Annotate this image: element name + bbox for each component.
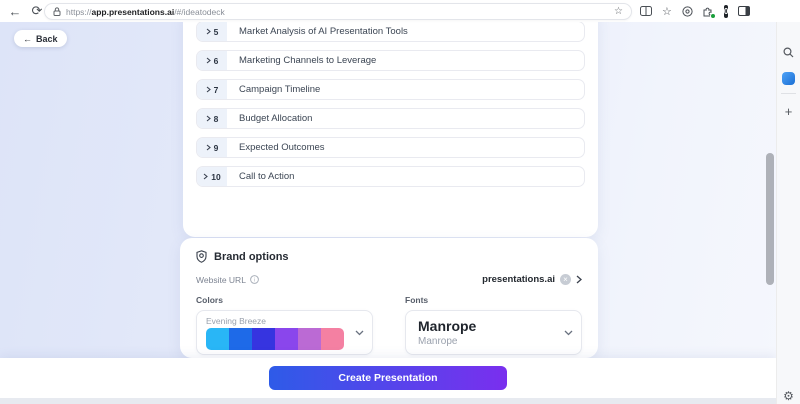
colors-dropdown[interactable]: Evening Breeze [196, 310, 373, 355]
website-url-value-group[interactable]: presentations.ai × [482, 274, 582, 285]
extensions-icon[interactable] [703, 4, 716, 19]
palette-color-swatch [298, 328, 321, 350]
edge-sidebar: + ⚙ [776, 0, 800, 404]
bottom-action-bar: Create Presentation [0, 358, 776, 398]
create-presentation-button[interactable]: Create Presentation [269, 366, 507, 390]
outline-card: 5 Market Analysis of AI Presentation Too… [183, 22, 598, 237]
expand-chevron-icon[interactable] [206, 115, 211, 122]
row-number-cell: 9 [197, 138, 227, 157]
website-url-row: Website URL i presentations.ai × [196, 274, 582, 285]
row-number: 7 [213, 84, 219, 95]
bottom-strip [0, 398, 776, 404]
outline-row[interactable]: 6 Marketing Channels to Leverage [196, 50, 585, 71]
back-label: Back [36, 33, 58, 44]
row-number: 10 [211, 171, 221, 182]
site-security-lock-icon [53, 7, 61, 16]
outline-row[interactable]: 7 Campaign Timeline [196, 79, 585, 100]
fonts-picker-col: Fonts Manrope Manrope [405, 295, 582, 355]
outline-row[interactable]: 5 Market Analysis of AI Presentation Too… [196, 22, 585, 42]
brand-options-card: Brand options Website URL i presentation… [180, 238, 598, 358]
svg-text:i: i [254, 278, 255, 284]
row-number-cell: 8 [197, 109, 227, 128]
row-title: Campaign Timeline [239, 84, 321, 95]
palette-name: Evening Breeze [206, 316, 267, 326]
collections-star-icon[interactable]: ☆ [662, 4, 672, 18]
clear-url-icon[interactable]: × [560, 274, 571, 285]
sidebar-add-icon[interactable]: + [781, 103, 797, 119]
split-screen-icon[interactable] [640, 4, 652, 18]
browser-essentials-icon[interactable] [682, 4, 693, 18]
outline-rows: 5 Market Analysis of AI Presentation Too… [196, 22, 585, 237]
address-bar[interactable]: https://app.presentations.ai/#/ideatodec… [44, 3, 632, 20]
url-text: https://app.presentations.ai/#/ideatodec… [66, 6, 225, 17]
sidebar-divider [781, 93, 796, 94]
back-button[interactable]: ← Back [14, 30, 67, 47]
font-name: Manrope [418, 318, 477, 334]
row-number: 8 [213, 113, 219, 124]
palette-color-swatch [229, 328, 252, 350]
expand-chevron-icon[interactable] [206, 86, 211, 93]
palette-color-swatch [206, 328, 229, 350]
bookmark-star-icon[interactable]: ☆ [614, 6, 623, 17]
row-title: Budget Allocation [239, 113, 313, 124]
palette-color-swatch [275, 328, 298, 350]
app-page: ← Back 5 Market Analysis of AI Presentat… [0, 22, 776, 404]
page-scrollbar-thumb[interactable] [766, 153, 774, 285]
row-number-cell: 5 [197, 22, 227, 41]
info-icon[interactable]: i [250, 275, 259, 284]
chevron-down-icon [355, 330, 364, 336]
expand-chevron-icon[interactable] [206, 144, 211, 151]
website-url-label: Website URL i [196, 275, 259, 285]
browser-toolbar: ← ⟳ https://app.presentations.ai/#/ideat… [0, 0, 800, 22]
outline-row[interactable]: 8 Budget Allocation [196, 108, 585, 129]
settings-gear-icon[interactable]: ⚙ [781, 388, 797, 404]
brand-shield-icon [196, 250, 207, 263]
colors-label: Colors [196, 295, 223, 305]
row-title: Marketing Channels to Leverage [239, 55, 377, 66]
expand-chevron-icon[interactable] [206, 57, 211, 64]
brand-options-title: Brand options [214, 250, 289, 263]
palette-color-swatch [252, 328, 275, 350]
outline-row[interactable]: 9 Expected Outcomes [196, 137, 585, 158]
colors-picker-col: Colors Evening Breeze [196, 295, 373, 355]
row-number: 6 [213, 55, 219, 66]
screenshot-root: ← ⟳ https://app.presentations.ai/#/ideat… [0, 0, 800, 404]
row-number: 5 [213, 26, 219, 37]
fonts-dropdown[interactable]: Manrope Manrope [405, 310, 582, 355]
adblock-badge-icon[interactable]: 0 [723, 4, 729, 18]
row-number: 9 [213, 142, 219, 153]
expand-chevron-icon[interactable] [203, 173, 209, 180]
browser-back-icon[interactable]: ← [4, 2, 26, 20]
profile-panel-icon[interactable] [738, 4, 751, 18]
row-number-cell: 10 [197, 167, 227, 186]
chevron-right-icon[interactable] [576, 275, 582, 284]
palette-swatches [206, 328, 344, 350]
row-number-cell: 6 [197, 51, 227, 70]
sidebar-copilot-icon[interactable] [781, 70, 797, 86]
row-title: Expected Outcomes [239, 142, 325, 153]
brand-options-header: Brand options [196, 250, 582, 263]
row-number-cell: 7 [197, 80, 227, 99]
row-title: Call to Action [239, 171, 295, 182]
expand-chevron-icon[interactable] [206, 28, 211, 35]
chevron-down-icon [564, 330, 573, 336]
back-arrow-icon: ← [23, 33, 32, 44]
sidebar-search-icon[interactable] [781, 44, 797, 60]
brand-pickers: Colors Evening Breeze Fonts Manrope Manr… [196, 295, 582, 355]
row-title: Market Analysis of AI Presentation Tools [239, 26, 408, 37]
palette-color-swatch [321, 328, 344, 350]
fonts-label: Fonts [405, 295, 429, 305]
outline-row[interactable]: 10 Call to Action [196, 166, 585, 187]
font-preview: Manrope [418, 336, 458, 347]
extension-status-dot [709, 13, 716, 19]
website-url-value: presentations.ai [482, 274, 555, 285]
